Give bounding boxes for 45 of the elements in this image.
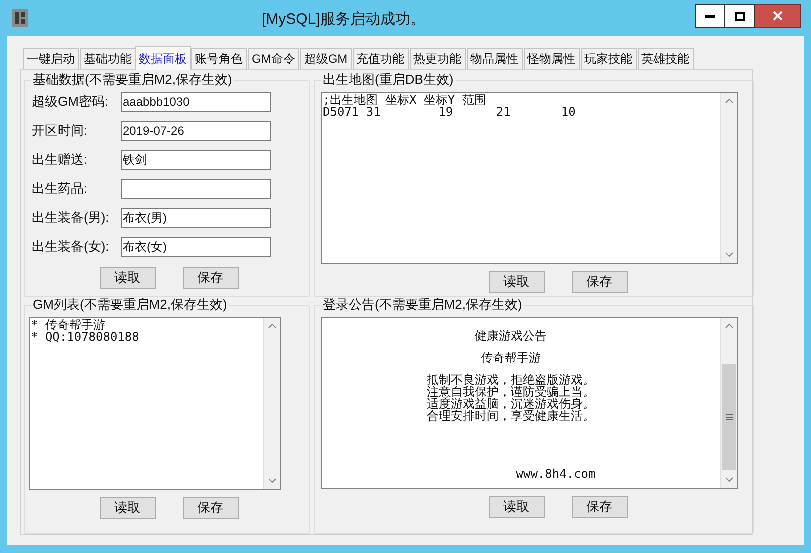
tab[interactable]: 热更功能: [410, 48, 466, 69]
tab[interactable]: 一键启动: [23, 48, 79, 69]
group-title: GM列表(不需要重启M2,保存生效): [31, 297, 230, 312]
input-field[interactable]: 2019-07-26: [121, 121, 271, 141]
group-title: 基础数据(不需要重启M2,保存生效): [31, 72, 234, 87]
save-button[interactable]: 保存: [572, 271, 628, 293]
tab[interactable]: 数据面板: [135, 46, 191, 70]
read-button[interactable]: 读取: [100, 267, 156, 289]
tab[interactable]: 怪物属性: [524, 48, 580, 69]
notice-text: www.8h4.com: [516, 468, 596, 480]
field-label: 开区时间:: [32, 122, 89, 140]
text-area[interactable]: * 传奇帮手游 * QQ:1078080188: [29, 317, 281, 490]
text-area[interactable]: ;出生地图 坐标X 坐标Y 范围 D5071 31 19 21 10: [321, 92, 738, 264]
group-title: 登录公告(不需要重启M2,保存生效): [321, 297, 524, 312]
input-field[interactable]: 布衣(男): [121, 208, 271, 228]
tab[interactable]: 物品属性: [466, 48, 523, 69]
field-label: 出生装备(女):: [32, 238, 110, 256]
group-title: 出生地图(重启DB生效): [321, 72, 456, 87]
tab[interactable]: 基础功能: [80, 48, 136, 69]
input-field[interactable]: 布衣(女): [121, 237, 271, 257]
field-label: 出生装备(男):: [32, 209, 110, 228]
field-label: 超级GM密码:: [32, 93, 110, 112]
tab[interactable]: 账号角色: [191, 48, 247, 69]
read-button[interactable]: 读取: [488, 496, 544, 518]
save-button[interactable]: 保存: [572, 496, 628, 518]
content-text: ;出生地图 坐标X 坐标Y 范围 D5071 31 19 21 10: [323, 94, 576, 118]
save-button[interactable]: 保存: [182, 267, 238, 289]
notice-text: 抵制不良游戏，拒绝盗版游戏。 注意自我保护，谨防受骗上当。 适度游戏益脑，沉迷游戏伤身。 合理安排时间，享受健康生活。: [427, 374, 595, 422]
notice-text: 健康游戏公告: [475, 330, 547, 342]
content-text: * 传奇帮手游 * QQ:1078080188: [31, 319, 140, 343]
read-button[interactable]: 读取: [100, 497, 156, 519]
input-field[interactable]: aaabbb1030: [121, 92, 271, 112]
window-title: [MySQL]服务启动成功。: [262, 10, 426, 30]
tab[interactable]: GM命令: [248, 48, 300, 69]
tab[interactable]: 英雄技能: [638, 48, 694, 69]
field-label: 出生药品:: [32, 180, 89, 198]
tab[interactable]: 玩家技能: [580, 48, 637, 69]
input-field[interactable]: 铁剑: [121, 150, 271, 170]
read-button[interactable]: 读取: [488, 271, 544, 293]
text-area[interactable]: 健康游戏公告 传奇帮手游 抵制不良游戏，拒绝盗版游戏。 注意自我保护，谨防受骗上当。 适度游戏益脑，沉迷游戏伤身。 合理安排时间，享受健康生活。 www.8h4.com: [321, 317, 738, 489]
save-button[interactable]: 保存: [182, 497, 238, 519]
tab[interactable]: 充值功能: [352, 48, 409, 69]
field-label: 出生赠送:: [32, 151, 89, 170]
tab[interactable]: 超级GM: [300, 48, 352, 69]
notice-text: 传奇帮手游: [481, 352, 541, 364]
